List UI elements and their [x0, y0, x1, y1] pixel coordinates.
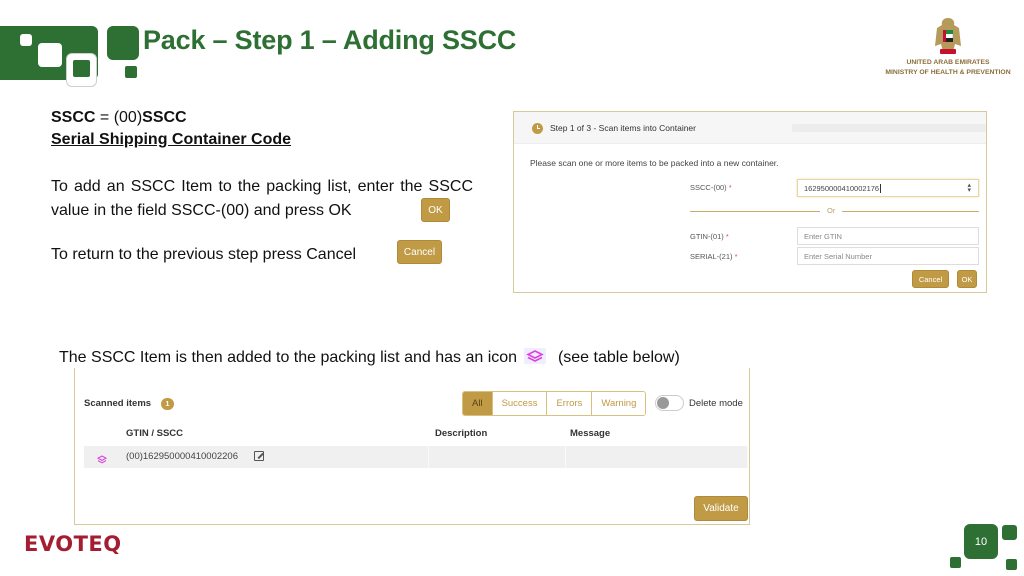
org-line-1: UNITED ARAB EMIRATES	[906, 59, 990, 66]
row-code: (00)162950000410002206	[126, 451, 238, 462]
evoteq-logo: EVOTEQ	[24, 532, 122, 556]
step-progress-bar	[792, 124, 986, 132]
filter-success[interactable]: Success	[491, 392, 547, 415]
scanned-items-panel: Scanned items 1 All Success Errors Warni…	[74, 368, 750, 525]
table-row[interactable]: (00)162950000410002206	[84, 446, 748, 468]
layers-icon	[523, 348, 546, 364]
or-divider: Or	[690, 206, 979, 215]
validate-button[interactable]: Validate	[694, 496, 748, 521]
spinner-arrows-icon[interactable]: ▴ ▾	[967, 182, 971, 194]
corner-logo-blocks	[0, 26, 142, 88]
row-description	[429, 446, 566, 468]
uae-ministry-logo: UNITED ARAB EMIRATES MINISTRY OF HEALTH …	[880, 16, 1016, 78]
step-instruction: Please scan one or more items to be pack…	[530, 158, 779, 168]
column-gtin-sscc: GTIN / SSCC	[126, 428, 184, 439]
or-label: Or	[827, 206, 836, 215]
sscc-term: SSCC	[51, 109, 96, 126]
filter-all[interactable]: All	[463, 392, 492, 415]
gtin-label: GTIN-(01) *	[690, 232, 729, 241]
dialog-ok-button[interactable]: OK	[957, 270, 977, 288]
sscc-value: 162950000410002176	[804, 183, 880, 193]
layers-icon	[96, 452, 108, 464]
scan-step-panel: Step 1 of 3 - Scan items into Container …	[513, 111, 987, 293]
row-message	[566, 446, 748, 468]
ok-button-illustration: OK	[421, 198, 450, 222]
sscc-input[interactable]: 162950000410002176 ▴ ▾	[797, 179, 979, 197]
caption-after: (see table below)	[557, 349, 680, 366]
caption-before: The SSCC Item is then added to the packi…	[59, 349, 518, 366]
edit-icon[interactable]	[254, 451, 264, 461]
step-title: Step 1 of 3 - Scan items into Container	[550, 123, 696, 133]
delete-mode-label: Delete mode	[689, 398, 743, 409]
column-message: Message	[570, 428, 611, 439]
scanned-count-badge: 1	[161, 398, 174, 410]
column-description: Description	[435, 428, 488, 439]
delete-mode-toggle[interactable]	[655, 395, 684, 411]
cancel-button-illustration: Cancel	[397, 240, 442, 264]
caption-text: The SSCC Item is then added to the packi…	[59, 347, 680, 369]
sscc-equals: = (00)	[95, 109, 143, 126]
serial-placeholder: Enter Serial Number	[804, 251, 872, 261]
sscc-definition: SSCC = (00)SSCC	[51, 107, 187, 129]
page-number: 10	[964, 524, 998, 559]
dialog-cancel-button[interactable]: Cancel	[912, 270, 949, 288]
page-number-block: 10	[950, 523, 1020, 571]
page-title: Pack – Step 1 – Adding SSCC	[143, 25, 517, 55]
serial-input[interactable]: Enter Serial Number	[797, 247, 979, 265]
sscc-term-2: SSCC	[142, 109, 187, 126]
instruction-return-text: To return to the previous step press Can…	[51, 246, 357, 263]
sscc-label: SSCC-(00) *	[690, 183, 732, 192]
instruction-add-text: To add an SSCC Item to the packing list,…	[51, 178, 473, 219]
clock-icon	[532, 123, 543, 134]
sscc-full-name: Serial Shipping Container Code	[51, 131, 292, 148]
org-line-2: MINISTRY OF HEALTH & PREVENTION	[885, 69, 1011, 76]
gtin-placeholder: Enter GTIN	[804, 231, 842, 241]
gtin-input[interactable]: Enter GTIN	[797, 227, 979, 245]
eagle-emblem-icon	[931, 16, 965, 58]
step-header: Step 1 of 3 - Scan items into Container	[514, 112, 986, 144]
filter-errors[interactable]: Errors	[546, 392, 592, 415]
serial-label: SERIAL-(21) *	[690, 252, 738, 261]
scanned-items-title: Scanned items	[84, 398, 152, 409]
status-filter-group: All Success Errors Warning	[462, 391, 647, 416]
filter-warning[interactable]: Warning	[591, 392, 646, 415]
